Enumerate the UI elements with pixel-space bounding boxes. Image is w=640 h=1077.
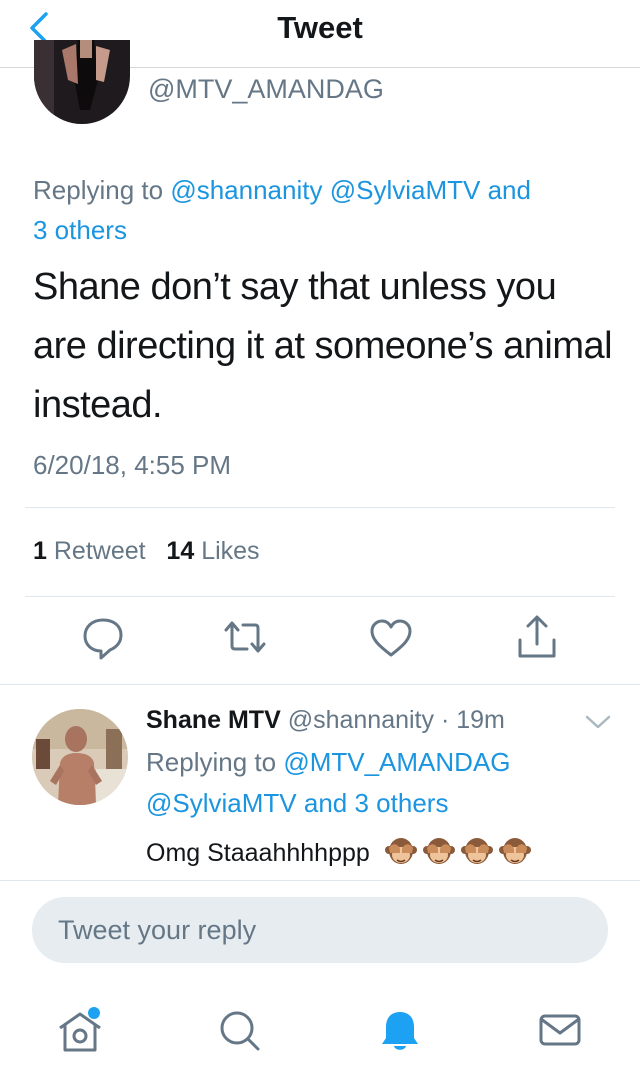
reply-icon[interactable]	[78, 612, 128, 662]
replying-to: Replying to @shannanity @SylviaMTV and 3…	[33, 170, 613, 250]
retweet-icon[interactable]	[220, 612, 270, 662]
tweet-text: Shane don’t say that unless you are dire…	[33, 266, 613, 426]
retweet-stat[interactable]: 1 Retweet	[33, 537, 146, 565]
likes-stat[interactable]: 14 Likes	[166, 537, 259, 565]
divider	[25, 507, 615, 508]
tweet-author-handle[interactable]: @MTV_AMANDAG	[148, 74, 384, 105]
messages-icon[interactable]	[530, 1000, 590, 1060]
reply-text: Omg Staaahhhhppp	[146, 836, 537, 873]
compose-bar	[0, 880, 640, 990]
mention-link[interactable]: @SylviaMTV	[146, 788, 297, 818]
tweet-actions	[0, 612, 640, 672]
reply-input-box[interactable]	[32, 897, 608, 963]
search-icon[interactable]	[210, 1000, 270, 1060]
home-icon[interactable]	[50, 1000, 110, 1060]
notifications-icon[interactable]	[370, 1000, 430, 1060]
mention-link[interactable]: @shannanity	[170, 175, 322, 205]
chevron-down-icon[interactable]	[584, 712, 612, 732]
mention-link[interactable]: @MTV_AMANDAG	[283, 747, 510, 777]
reply-author-handle[interactable]: @shannanity	[288, 706, 434, 734]
reply-author-name[interactable]: Shane MTV	[146, 706, 281, 734]
share-icon[interactable]	[512, 612, 562, 662]
avatar[interactable]	[34, 40, 130, 124]
see-no-evil-monkey-icon	[460, 838, 493, 864]
see-no-evil-monkey-icon	[498, 838, 531, 864]
divider	[25, 596, 615, 597]
replying-prefix: Replying to	[146, 747, 277, 777]
tweet-stats: 1 Retweet 14 Likes	[33, 537, 260, 566]
reply-replying-to: Replying to @MTV_AMANDAG @SylviaMTV and …	[146, 742, 606, 824]
reply-tweet[interactable]: Shane MTV @shannanity · 19m Replying to …	[0, 686, 640, 880]
replying-others-link[interactable]: 3 others	[355, 788, 449, 818]
like-icon[interactable]	[366, 612, 416, 662]
see-no-evil-monkey-icon	[422, 838, 455, 864]
replying-others-link[interactable]: 3 others	[33, 215, 127, 245]
reply-header: Shane MTV @shannanity · 19m	[146, 706, 505, 735]
see-no-evil-monkey-icon	[384, 838, 417, 864]
avatar[interactable]	[32, 709, 128, 805]
emoji-group	[384, 836, 537, 873]
tweet-timestamp: 6/20/18, 4:55 PM	[33, 450, 232, 480]
tab-bar	[0, 990, 640, 1077]
replying-and[interactable]: and	[304, 788, 347, 818]
reply-text-body: Omg Staaahhhhppp	[146, 839, 370, 868]
replying-prefix: Replying to	[33, 175, 164, 205]
divider	[0, 684, 640, 685]
replying-and[interactable]: and	[488, 175, 531, 205]
mention-link[interactable]: @SylviaMTV	[330, 175, 481, 205]
reply-input[interactable]	[32, 897, 608, 963]
reply-time: · 19m	[440, 706, 505, 734]
